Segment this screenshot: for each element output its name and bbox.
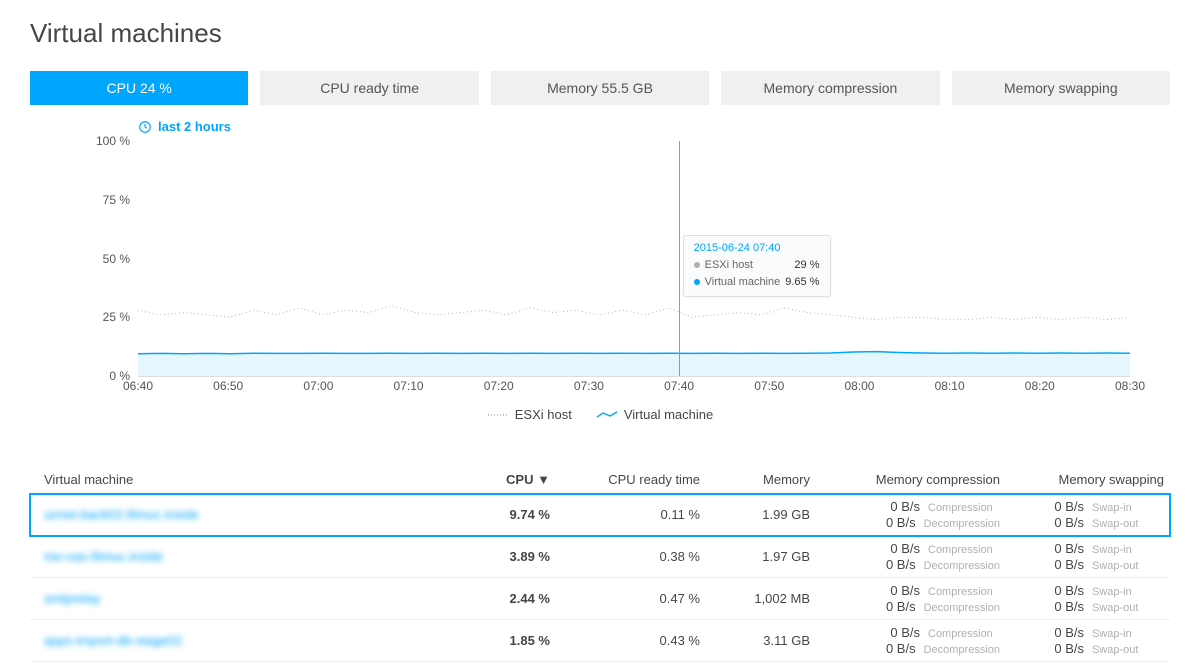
table-row[interactable]: smtprelay 2.44 %0.47 %1,002 MB0 B/sCompre…: [30, 578, 1170, 620]
x-tick: 08:00: [844, 379, 874, 393]
col-header-vm[interactable]: Virtual machine: [30, 472, 430, 487]
x-tick: 08:10: [935, 379, 965, 393]
col-header-compression[interactable]: Memory compression: [810, 472, 1010, 487]
x-tick: 07:40: [664, 379, 694, 393]
x-tick: 07:30: [574, 379, 604, 393]
x-tick: 07:00: [303, 379, 333, 393]
x-tick: 08:30: [1115, 379, 1145, 393]
y-tick: 50 %: [86, 252, 130, 266]
cell-cpu: 1.85 %: [430, 633, 550, 648]
tab-3[interactable]: Memory compression: [721, 71, 939, 105]
cell-ready: 0.43 %: [550, 633, 700, 648]
x-tick: 06:50: [213, 379, 243, 393]
chart-container: last 2 hours 0 %25 %50 %75 %100 % 2015-0…: [30, 119, 1170, 399]
y-tick: 100 %: [86, 134, 130, 148]
cell-memory: 1,002 MB: [700, 591, 810, 606]
table-row[interactable]: urmel-back02.l9muc.inside 9.74 %0.11 %1.9…: [30, 494, 1170, 536]
cell-ready: 0.11 %: [550, 507, 700, 522]
chart-tooltip: 2015-06-24 07:40 ESXi host29 %Virtual ma…: [683, 235, 831, 297]
x-tick: 07:20: [484, 379, 514, 393]
vm-link[interactable]: me-nas.l9muc.inside: [44, 549, 163, 564]
cell-compression: 0 B/sCompression0 B/sDecompression: [810, 541, 1010, 572]
cell-ready: 0.38 %: [550, 549, 700, 564]
table-row[interactable]: me-nas.l9muc.inside 3.89 %0.38 %1.97 GB0 …: [30, 536, 1170, 578]
table-header-row: Virtual machine CPU ▼ CPU ready time Mem…: [30, 472, 1170, 494]
vm-link[interactable]: apps-import-db-stage02: [44, 633, 182, 648]
cell-ready: 0.47 %: [550, 591, 700, 606]
cell-memory: 1.97 GB: [700, 549, 810, 564]
legend-item[interactable]: ESXi host: [487, 407, 572, 422]
x-tick: 07:10: [394, 379, 424, 393]
cell-swapping: 0 B/sSwap-in0 B/sSwap-out: [1010, 583, 1178, 614]
cell-memory: 3.11 GB: [700, 633, 810, 648]
sort-desc-icon: ▼: [537, 472, 550, 487]
vm-link[interactable]: urmel-back02.l9muc.inside: [44, 507, 199, 522]
chart-svg: [138, 141, 1130, 376]
x-tick: 08:20: [1025, 379, 1055, 393]
cell-cpu: 3.89 %: [430, 549, 550, 564]
vm-link[interactable]: smtprelay: [44, 591, 100, 606]
cell-compression: 0 B/sCompression0 B/sDecompression: [810, 625, 1010, 656]
col-header-swapping[interactable]: Memory swapping: [1010, 472, 1178, 487]
x-tick: 06:40: [123, 379, 153, 393]
vm-table: Virtual machine CPU ▼ CPU ready time Mem…: [30, 472, 1170, 662]
table-row[interactable]: apps-import-db-stage02 1.85 %0.43 %3.11 G…: [30, 620, 1170, 662]
cell-memory: 1.99 GB: [700, 507, 810, 522]
chart-legend: ESXi host Virtual machine: [30, 407, 1170, 422]
tab-2[interactable]: Memory 55.5 GB: [491, 71, 709, 105]
cell-cpu: 9.74 %: [430, 507, 550, 522]
clock-icon: [138, 120, 152, 134]
tooltip-timestamp: 2015-06-24 07:40: [694, 242, 820, 254]
cell-compression: 0 B/sCompression0 B/sDecompression: [810, 499, 1010, 530]
cell-compression: 0 B/sCompression0 B/sDecompression: [810, 583, 1010, 614]
col-header-cpu[interactable]: CPU ▼: [430, 472, 550, 487]
chart-x-axis: 06:4006:5007:0007:1007:2007:3007:4007:50…: [138, 379, 1130, 399]
tooltip-row: Virtual machine9.65 %: [694, 274, 820, 291]
tab-4[interactable]: Memory swapping: [952, 71, 1170, 105]
cell-swapping: 0 B/sSwap-in0 B/sSwap-out: [1010, 541, 1178, 572]
col-header-ready[interactable]: CPU ready time: [550, 472, 700, 487]
cell-swapping: 0 B/sSwap-in0 B/sSwap-out: [1010, 499, 1178, 530]
tab-1[interactable]: CPU ready time: [260, 71, 478, 105]
cell-swapping: 0 B/sSwap-in0 B/sSwap-out: [1010, 625, 1178, 656]
x-tick: 07:50: [754, 379, 784, 393]
y-tick: 75 %: [86, 193, 130, 207]
page-title: Virtual machines: [30, 18, 1170, 49]
metric-tabs: CPU 24 % CPU ready time Memory 55.5 GB Memo…: [30, 71, 1170, 105]
tooltip-row: ESXi host29 %: [694, 257, 820, 274]
chart-hover-line: [679, 141, 680, 376]
cell-cpu: 2.44 %: [430, 591, 550, 606]
y-tick: 25 %: [86, 310, 130, 324]
col-header-memory[interactable]: Memory: [700, 472, 810, 487]
chart-plot-area[interactable]: 0 %25 %50 %75 %100 % 2015-06-24 07:40 ES…: [138, 141, 1130, 377]
tab-0[interactable]: CPU 24 %: [30, 71, 248, 105]
legend-item[interactable]: Virtual machine: [596, 407, 713, 422]
timerange-selector[interactable]: last 2 hours: [138, 119, 231, 134]
timerange-label: last 2 hours: [158, 119, 231, 134]
